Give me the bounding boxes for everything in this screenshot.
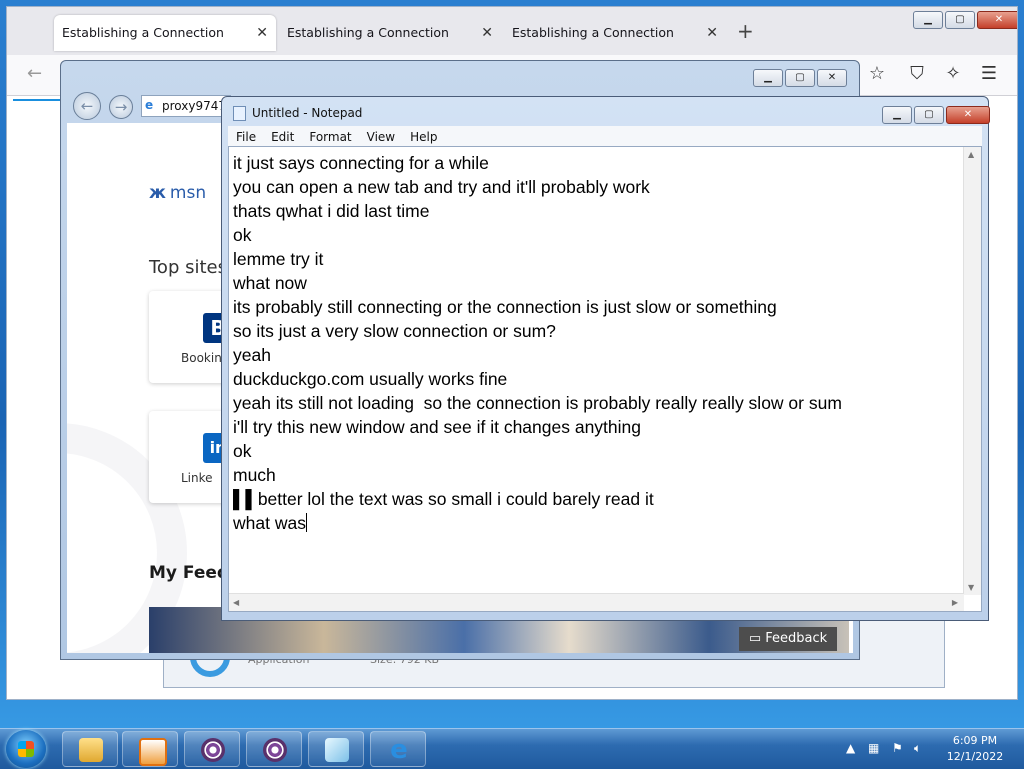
minimize-button[interactable]: ▁: [913, 11, 943, 29]
text-line: lemme try it: [233, 249, 324, 269]
butterfly-icon: ж: [149, 183, 166, 203]
text-content: it just says connecting for a while you …: [233, 151, 963, 535]
taskbar-notepad[interactable]: [308, 731, 364, 767]
window-title: Untitled - Notepad: [252, 106, 363, 120]
address-text: proxy9747: [162, 99, 227, 113]
volume-icon[interactable]: 🔈︎: [914, 741, 921, 756]
tab-2[interactable]: Establishing a Connection ✕: [279, 15, 501, 51]
text-line: yeah: [233, 345, 271, 365]
back-button[interactable]: ←: [27, 63, 42, 84]
menu-help[interactable]: Help: [402, 127, 444, 144]
taskbar-media-player[interactable]: [122, 731, 178, 767]
taskbar-tor-browser-2[interactable]: [246, 731, 302, 767]
close-button[interactable]: ✕: [817, 69, 847, 87]
taskbar-tor-browser-1[interactable]: [184, 731, 240, 767]
menu-file[interactable]: File: [228, 127, 263, 144]
close-button[interactable]: ✕: [977, 11, 1017, 29]
site-label: Linke: [181, 471, 213, 485]
feedback-icon: ▭: [748, 631, 766, 646]
text-area[interactable]: it just says connecting for a while you …: [228, 146, 982, 612]
ie-icon: e: [145, 98, 154, 112]
start-button[interactable]: [6, 730, 46, 768]
maximize-button[interactable]: ▢: [945, 11, 975, 29]
clock-date: 12/1/2022: [946, 750, 1004, 763]
text-line: duckduckgo.com usually works fine: [233, 369, 508, 389]
menu-format[interactable]: Format: [301, 127, 358, 144]
taskbar-internet-explorer[interactable]: e: [370, 731, 426, 767]
internet-explorer-icon: e: [390, 735, 408, 765]
text-line: its probably still connecting or the con…: [233, 297, 777, 317]
menu-bar: File Edit Format View Help: [228, 126, 982, 146]
scroll-down-icon[interactable]: ▼: [968, 583, 974, 592]
glyph-marker: ▌▌: [233, 489, 258, 509]
menu-icon[interactable]: ☰: [977, 63, 1001, 84]
clock[interactable]: 6:09 PM 12/1/2022: [940, 733, 1010, 765]
back-button[interactable]: ←: [73, 92, 101, 120]
action-center-icon[interactable]: ⚑: [892, 741, 903, 755]
new-tab-button[interactable]: +: [737, 19, 754, 43]
window-controls: ▁ ▢ ✕: [882, 106, 990, 124]
scroll-right-icon[interactable]: ▶: [952, 598, 958, 607]
msn-logo[interactable]: ж msn: [149, 183, 206, 203]
clock-time: 6:09 PM: [952, 734, 998, 747]
close-button[interactable]: ✕: [946, 106, 990, 124]
text-line: ok: [233, 225, 252, 245]
horizontal-scrollbar[interactable]: ◀ ▶: [229, 593, 964, 611]
taskbar: e ▲ ▦ ⚑ 🔈︎ 6:09 PM 12/1/2022: [0, 728, 1024, 769]
taskbar-explorer[interactable]: [62, 731, 118, 767]
text-line: thats qwhat i did last time: [233, 201, 430, 221]
folder-icon: [79, 738, 103, 762]
tab-bar: Establishing a Connection ✕ Establishing…: [7, 7, 1017, 55]
site-label: Bookin: [181, 351, 222, 365]
window-controls: ▁ ▢ ✕: [913, 11, 1017, 29]
tab-1[interactable]: Establishing a Connection ✕: [54, 15, 276, 51]
text-line: so its just a very slow connection or su…: [233, 321, 556, 341]
window-controls: ▁ ▢ ✕: [753, 69, 847, 87]
tab-3[interactable]: Establishing a Connection ✕: [504, 15, 726, 51]
text-line: much: [233, 465, 276, 485]
menu-edit[interactable]: Edit: [263, 127, 301, 144]
shield-icon[interactable]: ⛉: [905, 63, 929, 84]
my-feed-heading: My Feed: [149, 563, 230, 583]
text-line: what now: [233, 273, 307, 293]
desktop: Establishing a Connection ✕ Establishing…: [0, 0, 1024, 769]
tor-icon: [201, 738, 225, 762]
maximize-button[interactable]: ▢: [785, 69, 815, 87]
tab-label: Establishing a Connection: [287, 25, 449, 40]
feedback-button[interactable]: ▭ Feedback: [739, 627, 837, 651]
tor-icon: [263, 738, 287, 762]
text-line: you can open a new tab and try and it'll…: [233, 177, 650, 197]
scroll-up-icon[interactable]: ▲: [968, 150, 974, 159]
text-line: it just says connecting for a while: [233, 153, 489, 173]
tab-label: Establishing a Connection: [62, 25, 224, 40]
minimize-button[interactable]: ▁: [882, 106, 912, 124]
network-icon[interactable]: ▦: [868, 741, 879, 755]
menu-view[interactable]: View: [359, 127, 402, 144]
top-sites-heading: Top sites: [149, 257, 227, 278]
forward-button[interactable]: →: [109, 95, 133, 119]
extensions-icon[interactable]: ✧: [941, 63, 965, 84]
show-hidden-icons-icon[interactable]: ▲: [846, 741, 855, 755]
close-icon[interactable]: ✕: [481, 15, 493, 51]
text-caret: [305, 513, 307, 532]
text-line: what was: [233, 513, 307, 533]
close-icon[interactable]: ✕: [706, 15, 718, 51]
text-line: ok: [233, 441, 252, 461]
notepad-icon: [325, 738, 349, 762]
maximize-button[interactable]: ▢: [914, 106, 944, 124]
text-line: i'll try this new window and see if it c…: [233, 417, 642, 437]
vertical-scrollbar[interactable]: ▲ ▼: [963, 147, 981, 595]
scroll-left-icon[interactable]: ◀: [233, 598, 239, 607]
text-line: yeah its still not loading so the connec…: [233, 393, 842, 413]
text-line: ▌▌better lol the text was so small i cou…: [233, 489, 654, 509]
close-icon[interactable]: ✕: [256, 15, 268, 51]
notepad-window: Untitled - Notepad ▁ ▢ ✕ File Edit Format V…: [221, 96, 990, 621]
tab-label: Establishing a Connection: [512, 25, 674, 40]
star-icon[interactable]: ☆: [865, 63, 889, 84]
media-player-icon: [139, 738, 167, 766]
minimize-button[interactable]: ▁: [753, 69, 783, 87]
notepad-icon: [233, 106, 246, 121]
address-bar[interactable]: e proxy9747: [141, 95, 231, 117]
